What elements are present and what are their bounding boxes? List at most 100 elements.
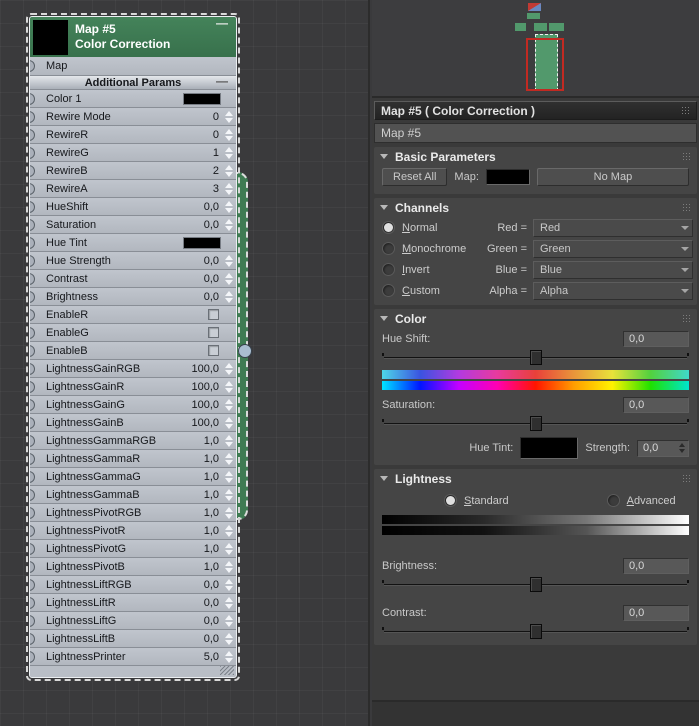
spinner-arrows-icon[interactable] (223, 217, 234, 233)
input-socket-icon[interactable] (30, 488, 35, 501)
param-color-swatch[interactable] (183, 236, 221, 249)
standard-radio[interactable] (444, 494, 457, 507)
param-value[interactable]: 3 (213, 183, 223, 195)
drag-grip-icon[interactable] (682, 152, 691, 161)
spinner-arrows-icon[interactable] (223, 109, 234, 125)
spinner-arrows-icon[interactable] (223, 163, 234, 179)
input-socket-icon[interactable] (30, 524, 35, 537)
input-socket-icon[interactable] (30, 146, 35, 159)
spinner-arrows-icon[interactable] (223, 145, 234, 161)
input-socket-icon[interactable] (30, 308, 35, 321)
param-value[interactable]: 0,0 (204, 219, 223, 231)
slider-handle[interactable] (529, 624, 542, 639)
chevron-down-icon[interactable] (678, 267, 692, 272)
spinner-arrows-icon[interactable] (223, 379, 234, 395)
spinner-arrows-icon[interactable] (223, 433, 234, 449)
channel-dropdown[interactable]: Blue (533, 260, 693, 279)
spinner-arrows-icon[interactable] (223, 613, 234, 629)
chevron-down-icon[interactable] (678, 225, 692, 230)
param-value[interactable]: 1 (213, 147, 223, 159)
saturation-value-field[interactable]: 0,0 (623, 397, 689, 413)
input-socket-icon[interactable] (30, 632, 35, 645)
input-socket-icon[interactable] (30, 344, 35, 357)
drag-grip-icon[interactable] (682, 203, 691, 212)
param-value[interactable]: 100,0 (191, 417, 223, 429)
param-value[interactable]: 1,0 (204, 453, 223, 465)
param-value[interactable]: 5,0 (204, 651, 223, 663)
spinner-arrows-icon[interactable] (223, 253, 234, 269)
param-value[interactable]: 0,0 (204, 615, 223, 627)
channel-mode-radio[interactable] (382, 263, 395, 276)
channel-mode-radio[interactable] (382, 221, 395, 234)
input-socket-icon[interactable] (30, 506, 35, 519)
hue-shift-slider[interactable] (382, 349, 689, 366)
rollout-header[interactable]: Basic Parameters (374, 147, 697, 166)
input-socket-icon[interactable] (30, 254, 35, 267)
param-value[interactable]: 1,0 (204, 543, 223, 555)
chevron-down-icon[interactable] (678, 246, 692, 251)
spinner-arrows-icon[interactable] (223, 289, 234, 305)
spinner-arrows-icon[interactable] (223, 559, 234, 575)
spinner-arrows-icon[interactable] (223, 523, 234, 539)
spinner-arrows-icon[interactable] (676, 443, 688, 453)
input-socket-icon[interactable] (30, 164, 35, 177)
param-value[interactable]: 100,0 (191, 363, 223, 375)
hue-shift-value-field[interactable]: 0,0 (623, 331, 689, 347)
param-value[interactable]: 1,0 (204, 489, 223, 501)
spinner-arrows-icon[interactable] (223, 577, 234, 593)
param-value[interactable]: 0,0 (204, 633, 223, 645)
input-socket-icon[interactable] (30, 290, 35, 303)
no-map-button[interactable]: No Map (536, 168, 689, 186)
node-graph-canvas[interactable]: Map #5 Color Correction — Map Additional… (0, 0, 370, 726)
spinner-arrows-icon[interactable] (223, 451, 234, 467)
input-socket-icon[interactable] (30, 128, 35, 141)
param-value[interactable]: 0,0 (204, 579, 223, 591)
spinner-arrows-icon[interactable] (223, 181, 234, 197)
param-value[interactable]: 100,0 (191, 399, 223, 411)
slider-handle[interactable] (529, 350, 542, 365)
input-socket-icon[interactable] (30, 60, 35, 72)
node-collapse-icon[interactable]: — (216, 17, 228, 29)
strength-spinner[interactable]: 0,0 (637, 439, 689, 457)
channel-mode-radio[interactable] (382, 284, 395, 297)
input-socket-icon[interactable] (30, 560, 35, 573)
param-value[interactable]: 1,0 (204, 525, 223, 537)
navigator-view-frame[interactable] (526, 38, 564, 91)
input-socket-icon[interactable] (30, 542, 35, 555)
param-value[interactable]: 0,0 (204, 273, 223, 285)
drag-grip-icon[interactable] (682, 314, 691, 323)
input-socket-icon[interactable] (30, 416, 35, 429)
param-value[interactable]: 1,0 (204, 561, 223, 573)
input-socket-icon[interactable] (30, 236, 35, 249)
color-correction-node[interactable]: Map #5 Color Correction — Map Additional… (26, 13, 240, 681)
input-socket-icon[interactable] (30, 326, 35, 339)
spinner-arrows-icon[interactable] (223, 469, 234, 485)
spinner-arrows-icon[interactable] (223, 199, 234, 215)
param-value[interactable]: 100,0 (191, 381, 223, 393)
param-value[interactable]: 0,0 (204, 597, 223, 609)
drag-grip-icon[interactable] (681, 106, 690, 115)
channel-mode-radio[interactable] (382, 242, 395, 255)
spinner-arrows-icon[interactable] (223, 361, 234, 377)
brightness-value-field[interactable]: 0,0 (623, 558, 689, 574)
resize-grip-icon[interactable] (220, 666, 234, 675)
input-socket-icon[interactable] (30, 218, 35, 231)
spinner-arrows-icon[interactable] (223, 541, 234, 557)
spinner-arrows-icon[interactable] (223, 127, 234, 143)
node-output-socket[interactable] (238, 344, 252, 358)
input-socket-icon[interactable] (30, 614, 35, 627)
navigator-minimap[interactable] (372, 0, 699, 98)
spinner-arrows-icon[interactable] (223, 631, 234, 647)
slider-handle[interactable] (529, 577, 542, 592)
input-socket-icon[interactable] (30, 92, 35, 105)
saturation-slider[interactable] (382, 415, 689, 432)
param-checkbox[interactable] (208, 309, 219, 320)
channel-dropdown[interactable]: Red (533, 218, 693, 237)
input-socket-icon[interactable] (30, 650, 35, 663)
spinner-arrows-icon[interactable] (223, 649, 234, 665)
param-checkbox[interactable] (208, 327, 219, 338)
drag-grip-icon[interactable] (682, 474, 691, 483)
param-value[interactable]: 1,0 (204, 471, 223, 483)
param-value[interactable]: 1,0 (204, 507, 223, 519)
param-value[interactable]: 2 (213, 165, 223, 177)
